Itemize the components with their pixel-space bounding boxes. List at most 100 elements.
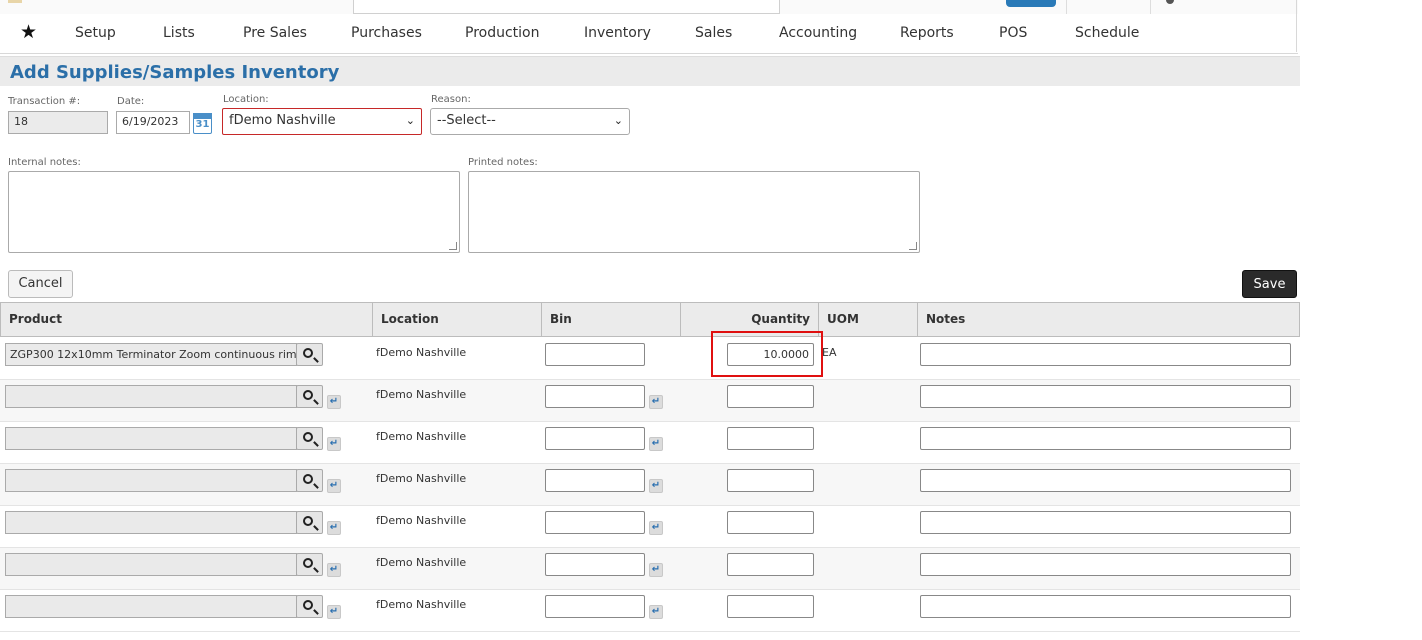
user-icon[interactable] [1166, 0, 1174, 4]
product-search-button[interactable] [296, 469, 323, 492]
bin-input[interactable] [545, 385, 645, 408]
app-logo [8, 0, 22, 3]
chevron-down-icon: ⌄ [613, 114, 623, 127]
row-uom: EA [822, 346, 837, 359]
nav-item-production[interactable]: Production [465, 25, 539, 41]
column-header-bin[interactable]: Bin [542, 303, 681, 336]
product-input[interactable] [5, 595, 297, 618]
date-field[interactable]: 6/19/2023 [116, 111, 190, 134]
nav-item-schedule[interactable]: Schedule [1075, 25, 1139, 41]
column-header-location[interactable]: Location [373, 303, 542, 336]
quantity-input[interactable] [727, 595, 814, 618]
column-header-quantity[interactable]: Quantity [681, 303, 819, 336]
row-notes-input[interactable] [920, 427, 1291, 450]
bin-input[interactable] [545, 427, 645, 450]
nav-item-pos[interactable]: POS [999, 25, 1027, 41]
enter-icon[interactable]: ↵ [327, 521, 341, 535]
nav-item-inventory[interactable]: Inventory [584, 25, 651, 41]
enter-icon[interactable]: ↵ [327, 395, 341, 409]
header-divider [1150, 0, 1151, 14]
quantity-input[interactable]: 10.0000 [727, 343, 814, 366]
product-input[interactable] [5, 427, 297, 450]
product-search-button[interactable] [296, 385, 323, 408]
product-search-button[interactable] [296, 553, 323, 576]
bin-input[interactable] [545, 553, 645, 576]
row-notes-input[interactable] [920, 511, 1291, 534]
table-row: ↵ fDemo Nashville ↵ [0, 380, 1300, 422]
quantity-input[interactable] [727, 385, 814, 408]
row-notes-input[interactable] [920, 469, 1291, 492]
row-location: fDemo Nashville [376, 556, 467, 569]
header-action-button[interactable] [1006, 0, 1056, 7]
product-input[interactable] [5, 553, 297, 576]
transaction-number-field: 18 [8, 111, 108, 134]
nav-item-accounting[interactable]: Accounting [779, 25, 857, 41]
enter-icon[interactable]: ↵ [327, 479, 341, 493]
row-notes-input[interactable] [920, 385, 1291, 408]
bin-input[interactable] [545, 343, 645, 366]
enter-icon[interactable]: ↵ [649, 563, 663, 577]
enter-icon[interactable]: ↵ [649, 479, 663, 493]
search-icon [303, 432, 313, 442]
product-input[interactable]: ZGP300 12x10mm Terminator Zoom continuou… [5, 343, 297, 366]
header-divider [1066, 0, 1067, 14]
product-search-button[interactable] [296, 427, 323, 450]
product-input[interactable] [5, 469, 297, 492]
quantity-input[interactable] [727, 469, 814, 492]
global-search-input[interactable] [353, 0, 780, 14]
save-button[interactable]: Save [1242, 270, 1297, 298]
enter-icon[interactable]: ↵ [327, 605, 341, 619]
enter-icon[interactable]: ↵ [327, 437, 341, 451]
row-notes-input[interactable] [920, 595, 1291, 618]
nav-item-setup[interactable]: Setup [75, 25, 116, 41]
calendar-icon[interactable]: 31 [193, 113, 212, 134]
nav-item-sales[interactable]: Sales [695, 25, 732, 41]
internal-notes-textarea[interactable] [8, 171, 460, 253]
quantity-input[interactable] [727, 553, 814, 576]
nav-item-purchases[interactable]: Purchases [351, 25, 422, 41]
bin-input[interactable] [545, 511, 645, 534]
nav-item-pre-sales[interactable]: Pre Sales [243, 25, 307, 41]
column-header-notes[interactable]: Notes [918, 303, 1299, 336]
printed-notes-textarea[interactable] [468, 171, 920, 253]
product-search-button[interactable] [296, 511, 323, 534]
top-header-strip [0, 0, 1298, 14]
bin-input[interactable] [545, 595, 645, 618]
nav-item-reports[interactable]: Reports [900, 25, 954, 41]
printed-notes-label: Printed notes: [468, 157, 538, 168]
bin-input[interactable] [545, 469, 645, 492]
star-icon[interactable]: ★ [20, 21, 37, 43]
location-select[interactable]: fDemo Nashville ⌄ [222, 108, 422, 135]
enter-icon[interactable]: ↵ [327, 563, 341, 577]
chevron-down-icon: ⌄ [405, 114, 415, 127]
search-icon [303, 600, 313, 610]
page-title-bar: Add Supplies/Samples Inventory [0, 56, 1300, 86]
internal-notes-label: Internal notes: [8, 157, 81, 168]
nav-item-lists[interactable]: Lists [163, 25, 195, 41]
product-search-button[interactable] [296, 595, 323, 618]
enter-icon[interactable]: ↵ [649, 437, 663, 451]
row-location: fDemo Nashville [376, 430, 467, 443]
row-location: fDemo Nashville [376, 514, 467, 527]
product-input[interactable] [5, 385, 297, 408]
grid-header: Product Location Bin Quantity UOM Notes [0, 302, 1300, 337]
quantity-input[interactable] [727, 427, 814, 450]
reason-select[interactable]: --Select-- ⌄ [430, 108, 630, 135]
table-row: ↵ fDemo Nashville ↵ [0, 506, 1300, 548]
product-input[interactable] [5, 511, 297, 534]
main-nav: ★ Setup Lists Pre Sales Purchases Produc… [0, 14, 1298, 54]
transaction-label: Transaction #: [8, 96, 81, 107]
row-notes-input[interactable] [920, 343, 1291, 366]
product-search-button[interactable] [296, 343, 323, 366]
column-header-uom[interactable]: UOM [819, 303, 918, 336]
row-location: fDemo Nashville [376, 388, 467, 401]
column-header-product[interactable]: Product [1, 303, 373, 336]
page-edge-divider [1296, 0, 1297, 52]
cancel-button[interactable]: Cancel [8, 270, 73, 298]
enter-icon[interactable]: ↵ [649, 521, 663, 535]
search-icon [303, 558, 313, 568]
row-notes-input[interactable] [920, 553, 1291, 576]
quantity-input[interactable] [727, 511, 814, 534]
enter-icon[interactable]: ↵ [649, 395, 663, 409]
enter-icon[interactable]: ↵ [649, 605, 663, 619]
